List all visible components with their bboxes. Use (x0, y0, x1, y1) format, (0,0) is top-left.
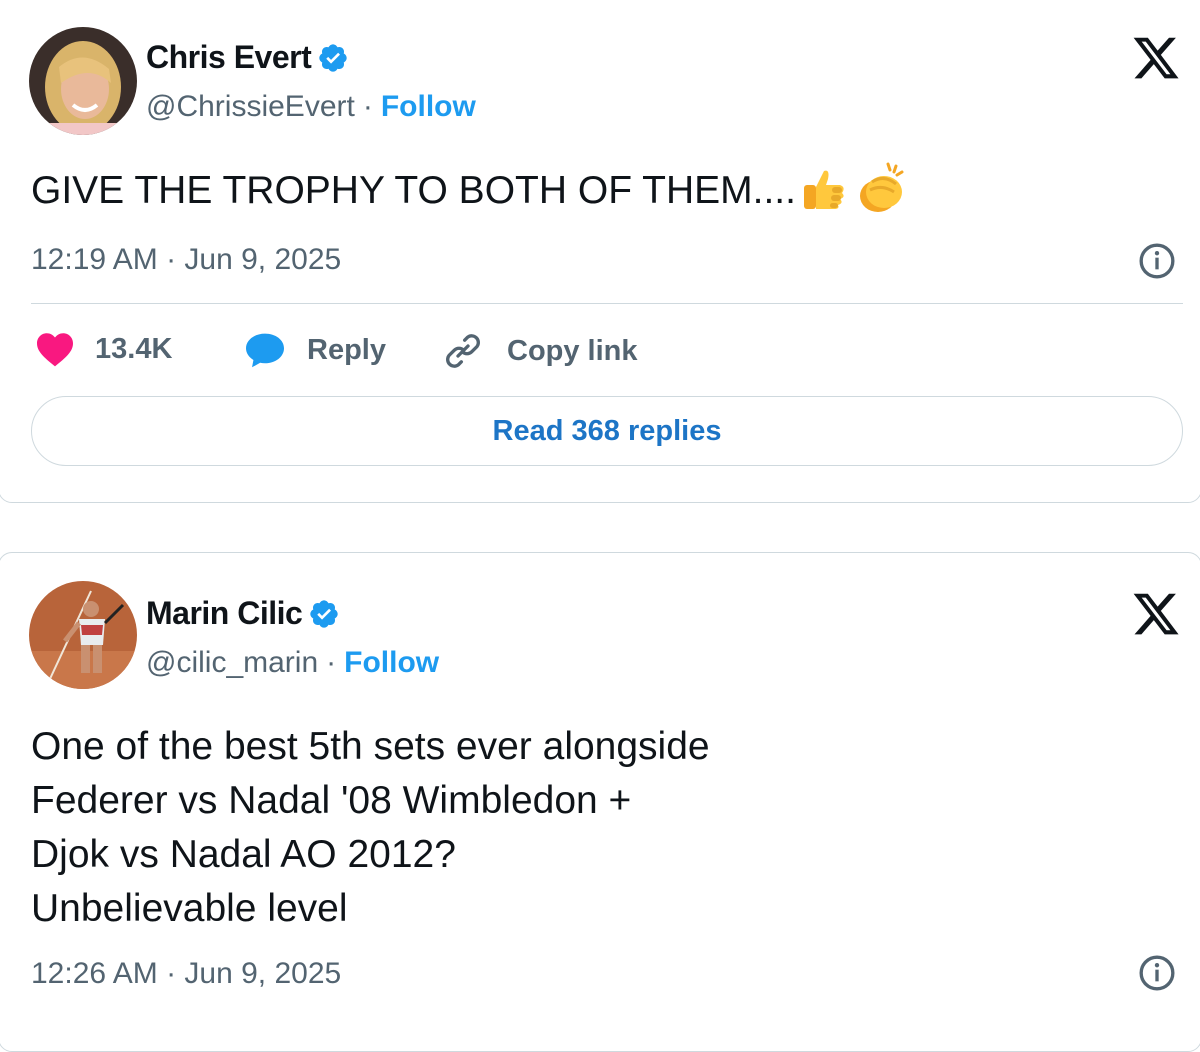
x-logo-icon[interactable] (1131, 33, 1181, 83)
thumbs-up-icon (803, 170, 844, 209)
divider (31, 303, 1183, 304)
heart-icon (37, 333, 73, 367)
author-handle[interactable]: @cilic_marin (146, 646, 318, 680)
info-icon[interactable] (1137, 953, 1177, 993)
author-name[interactable]: Chris Evert (146, 39, 312, 76)
reply-button[interactable]: Reply (243, 331, 386, 369)
clapping-hands-icon (859, 162, 904, 212)
tweet-timestamp[interactable]: 12:19 AM · Jun 9, 2025 (31, 243, 341, 277)
follow-button[interactable]: Follow (381, 90, 476, 124)
tweet-card-marin-cilic: Marin Cilic @cilic_marin · Follow One of… (0, 552, 1200, 1052)
info-icon[interactable] (1137, 241, 1177, 281)
separator-dot: · (362, 90, 373, 123)
author-handle[interactable]: @ChrissieEvert (146, 90, 355, 124)
tweet-text-line: Unbelievable level (31, 887, 348, 930)
follow-button[interactable]: Follow (344, 646, 439, 680)
tweet-text-line: One of the best 5th sets ever alongside (31, 725, 710, 768)
tweet-text-line: Djok vs Nadal AO 2012? (31, 833, 456, 876)
reply-bubble-icon (246, 333, 284, 368)
link-icon (446, 334, 480, 368)
verified-badge-icon (319, 43, 347, 72)
verified-badge-icon (310, 599, 338, 628)
avatar[interactable] (29, 27, 137, 135)
tweet-text-line: Federer vs Nadal '08 Wimbledon + (31, 779, 632, 822)
avatar[interactable] (29, 581, 137, 689)
copy-link-button[interactable]: Copy link (443, 331, 638, 371)
reply-label: Reply (307, 333, 386, 366)
tweet-text: GIVE THE TROPHY TO BOTH OF THEM.... (31, 162, 912, 218)
read-replies-button[interactable]: Read 368 replies (31, 396, 1183, 466)
like-button[interactable]: 13.4K (35, 331, 172, 367)
separator-dot: · (326, 646, 337, 679)
tweet-timestamp[interactable]: 12:26 AM · Jun 9, 2025 (31, 957, 341, 991)
copy-link-label: Copy link (507, 334, 638, 367)
like-count: 13.4K (95, 332, 173, 365)
tweet-text: One of the best 5th sets ever alongside … (31, 720, 710, 936)
author-name[interactable]: Marin Cilic (146, 595, 303, 632)
tweet-card-chris-evert: Chris Evert @ChrissieEvert · Follow GIVE… (0, 0, 1200, 503)
tweet-text-content: GIVE THE TROPHY TO BOTH OF THEM.... (31, 169, 796, 212)
x-logo-icon[interactable] (1131, 589, 1181, 639)
